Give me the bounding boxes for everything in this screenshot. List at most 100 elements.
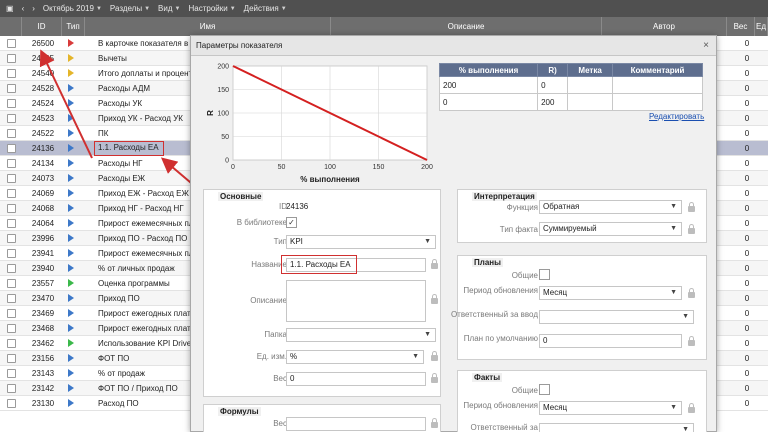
edit-link[interactable]: Редактировать bbox=[649, 112, 704, 121]
lock-icon[interactable] bbox=[688, 403, 695, 413]
row-checkbox[interactable] bbox=[7, 189, 16, 198]
row-checkbox[interactable] bbox=[7, 234, 16, 243]
library-checkbox[interactable]: ✓ bbox=[286, 217, 297, 228]
plans-default-input[interactable]: 0 bbox=[539, 334, 682, 348]
row-formula-weight: Вес bbox=[204, 417, 440, 432]
menu-sections[interactable]: Разделы ▼ bbox=[110, 4, 150, 13]
section-title: Факты bbox=[472, 373, 503, 382]
flag-icon bbox=[68, 96, 76, 111]
lock-icon[interactable] bbox=[688, 336, 695, 346]
table-row[interactable]: 200 0 bbox=[438, 76, 703, 94]
row-weight: 0 bbox=[744, 249, 750, 258]
function-select[interactable]: Обратная ▼ bbox=[539, 200, 682, 214]
type-select[interactable]: KPI ▼ bbox=[286, 235, 436, 249]
flag-icon bbox=[68, 276, 76, 291]
plans-period-value: Месяц bbox=[543, 288, 568, 297]
folder-select[interactable]: ▼ bbox=[286, 328, 436, 342]
row-folder: Папка ▼ bbox=[204, 328, 440, 344]
lock-icon[interactable] bbox=[688, 202, 695, 212]
cell bbox=[567, 93, 614, 111]
row-name: Приход НГ - Расход НГ bbox=[98, 204, 184, 213]
lock-icon[interactable] bbox=[688, 224, 695, 234]
facts-common-checkbox[interactable] bbox=[539, 384, 550, 395]
close-icon[interactable]: × bbox=[703, 36, 709, 56]
row-checkbox[interactable] bbox=[7, 294, 16, 303]
row-type: Тип KPI ▼ bbox=[204, 235, 440, 251]
row-checkbox[interactable] bbox=[7, 69, 16, 78]
row-name: Расход ПО bbox=[98, 399, 139, 408]
row-checkbox[interactable] bbox=[7, 159, 16, 168]
formula-weight-input[interactable] bbox=[286, 417, 426, 431]
lock-icon[interactable] bbox=[431, 259, 438, 269]
x-tick-label: 200 bbox=[421, 164, 433, 171]
row-name: Расходы ЕЖ bbox=[98, 174, 146, 183]
fact-type-label: Тип факта bbox=[499, 225, 538, 234]
row-checkbox[interactable] bbox=[7, 384, 16, 393]
row-checkbox[interactable] bbox=[7, 39, 16, 48]
toolbar-period-icon[interactable]: ▣ bbox=[6, 4, 14, 13]
header-weight[interactable]: Вес bbox=[727, 17, 755, 36]
row-checkbox[interactable] bbox=[7, 264, 16, 273]
row-checkbox[interactable] bbox=[7, 84, 16, 93]
row-id: ID 24136 bbox=[204, 200, 440, 216]
flag-icon bbox=[68, 231, 76, 246]
header-unit[interactable]: Ед bbox=[755, 17, 768, 36]
row-checkbox[interactable] bbox=[7, 99, 16, 108]
row-id: 24069 bbox=[31, 189, 55, 198]
row-checkbox[interactable] bbox=[7, 249, 16, 258]
menu-view[interactable]: Вид ▼ bbox=[158, 4, 180, 13]
plans-common-checkbox[interactable] bbox=[539, 269, 550, 280]
row-function: Функция Обратная ▼ bbox=[458, 200, 706, 216]
facts-period-select[interactable]: Месяц ▼ bbox=[539, 401, 682, 415]
lock-icon[interactable] bbox=[431, 294, 438, 304]
facts-responsible-select[interactable]: ▼ bbox=[539, 423, 694, 432]
section-title: Формулы bbox=[218, 407, 261, 416]
row-checkbox[interactable] bbox=[7, 324, 16, 333]
next-period-button[interactable]: › bbox=[32, 4, 35, 13]
header-id[interactable]: ID bbox=[22, 17, 62, 36]
row-checkbox[interactable] bbox=[7, 354, 16, 363]
period-selector[interactable]: Октябрь 2019 ▼ bbox=[43, 4, 102, 13]
row-checkbox[interactable] bbox=[7, 174, 16, 183]
unit-label: Ед. изм. bbox=[256, 352, 287, 361]
row-weight: 0 bbox=[744, 324, 750, 333]
row-checkbox[interactable] bbox=[7, 54, 16, 63]
header-checkbox-col[interactable] bbox=[0, 17, 22, 36]
interpretation-section: Интерпретация Функция Обратная ▼ Тип факт… bbox=[457, 189, 707, 243]
row-checkbox[interactable] bbox=[7, 204, 16, 213]
lock-icon[interactable] bbox=[688, 288, 695, 298]
plans-responsible-select[interactable]: ▼ bbox=[539, 310, 694, 324]
row-checkbox[interactable] bbox=[7, 219, 16, 228]
flag-icon bbox=[68, 156, 76, 171]
row-checkbox[interactable] bbox=[7, 129, 16, 138]
row-checkbox[interactable] bbox=[7, 399, 16, 408]
header-author[interactable]: Автор bbox=[602, 17, 727, 36]
flag-icon bbox=[68, 36, 76, 51]
row-checkbox[interactable] bbox=[7, 339, 16, 348]
row-checkbox[interactable] bbox=[7, 369, 16, 378]
row-id: 24068 bbox=[31, 204, 55, 213]
row-checkbox[interactable] bbox=[7, 309, 16, 318]
row-checkbox[interactable] bbox=[7, 114, 16, 123]
type-value: KPI bbox=[290, 237, 303, 246]
lock-icon[interactable] bbox=[431, 351, 438, 361]
indicator-params-dialog: Параметры показателя × 0 50 100 150 200 0 50 10… bbox=[190, 35, 717, 432]
lock-icon[interactable] bbox=[431, 418, 438, 428]
table-row[interactable]: 0 200 bbox=[438, 93, 703, 111]
y-tick-label: 50 bbox=[221, 134, 229, 141]
row-name: Итого доплаты и процент bbox=[98, 69, 190, 78]
description-textarea[interactable] bbox=[286, 280, 426, 322]
header-description[interactable]: Описание bbox=[331, 17, 602, 36]
unit-select[interactable]: % ▼ bbox=[286, 350, 424, 364]
fact-type-select[interactable]: Суммируемый ▼ bbox=[539, 222, 682, 236]
weight-input[interactable]: 0 bbox=[286, 372, 426, 386]
prev-period-button[interactable]: ‹ bbox=[22, 4, 25, 13]
plans-period-select[interactable]: Месяц ▼ bbox=[539, 286, 682, 300]
menu-actions[interactable]: Действия ▼ bbox=[244, 4, 287, 13]
menu-settings[interactable]: Настройки ▼ bbox=[188, 4, 235, 13]
header-name[interactable]: Имя bbox=[85, 17, 331, 36]
header-type[interactable]: Тип bbox=[62, 17, 85, 36]
row-checkbox[interactable] bbox=[7, 144, 16, 153]
row-checkbox[interactable] bbox=[7, 279, 16, 288]
lock-icon[interactable] bbox=[431, 373, 438, 383]
